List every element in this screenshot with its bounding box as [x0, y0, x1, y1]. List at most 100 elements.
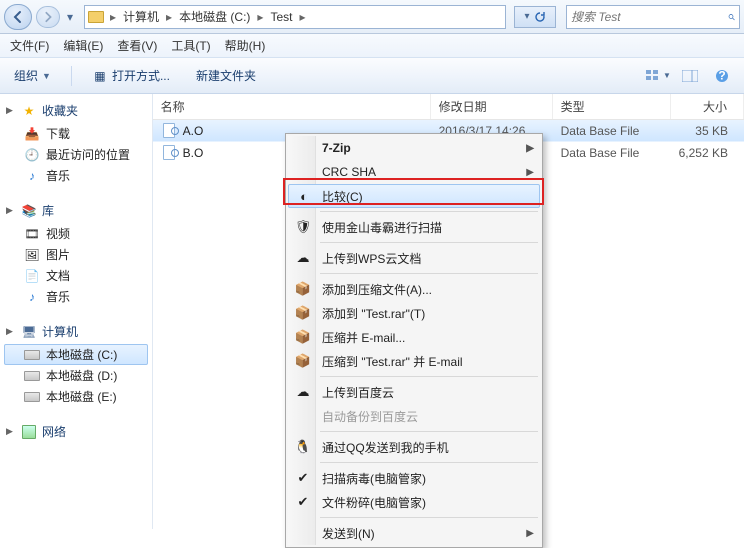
crumb-test[interactable]: Test: [266, 6, 296, 28]
sidebar-group-libraries[interactable]: ▶ 📚 库: [4, 200, 148, 223]
sidebar-item-drive-e[interactable]: 本地磁盘 (E:): [4, 386, 148, 407]
context-menu-label: 文件粉碎(电脑管家): [322, 494, 426, 511]
menu-bar: 文件(F) 编辑(E) 查看(V) 工具(T) 帮助(H): [0, 34, 744, 58]
address-refresh-dropdown[interactable]: ▾: [514, 6, 556, 28]
context-menu-item[interactable]: 📦添加到 "Test.rar"(T): [288, 301, 540, 325]
menu-separator: [320, 517, 538, 518]
sidebar-item-label: 本地磁盘 (C:): [46, 346, 117, 363]
context-menu-item[interactable]: 📦压缩到 "Test.rar" 并 E-mail: [288, 349, 540, 373]
chevron-right-icon[interactable]: ▸: [254, 10, 266, 24]
context-menu-item[interactable]: 发送到(N)▶: [288, 521, 540, 545]
sidebar-group-computer[interactable]: ▶ 🖥 计算机: [4, 321, 148, 344]
chevron-right-icon[interactable]: ▸: [163, 10, 175, 24]
column-headers: 名称 修改日期 类型 大小: [153, 94, 744, 120]
menu-separator: [320, 462, 538, 463]
submenu-arrow-icon: ▶: [526, 143, 534, 154]
menu-separator: [320, 273, 538, 274]
library-icon: 📚: [21, 203, 37, 219]
context-menu-label: 使用金山毒霸进行扫描: [322, 219, 442, 236]
sidebar-item-pictures[interactable]: 🖼图片: [4, 244, 148, 265]
sidebar-item-downloads[interactable]: 📥下载: [4, 123, 148, 144]
context-menu-item[interactable]: 7-Zip▶: [288, 136, 540, 160]
document-icon: 📄: [24, 268, 40, 284]
cloud-icon: ☁: [294, 249, 312, 267]
menu-file[interactable]: 文件(F): [4, 35, 55, 56]
context-menu-item[interactable]: ✔ 文件粉碎(电脑管家): [288, 490, 540, 514]
context-menu-item[interactable]: CRC SHA ▶: [288, 160, 540, 184]
context-menu-item[interactable]: 📦添加到压缩文件(A)...: [288, 277, 540, 301]
menu-view[interactable]: 查看(V): [111, 35, 163, 56]
organize-button[interactable]: 组织 ▼: [8, 64, 57, 87]
chevron-right-icon[interactable]: ▸: [107, 10, 119, 24]
sidebar-group-network[interactable]: ▶ 网络: [4, 421, 148, 444]
new-folder-button[interactable]: 新建文件夹: [190, 64, 262, 87]
sidebar-group-favorites[interactable]: ▶ ★ 收藏夹: [4, 100, 148, 123]
sidebar-item-videos[interactable]: 🎞视频: [4, 223, 148, 244]
search-box[interactable]: [566, 5, 740, 29]
guard-icon: ✔: [294, 469, 312, 487]
forward-button[interactable]: [36, 6, 60, 28]
view-options-button[interactable]: ▼: [644, 65, 672, 87]
crumb-computer[interactable]: 计算机: [119, 6, 163, 28]
collapse-icon: ▶: [6, 426, 16, 437]
context-menu-label: 扫描病毒(电脑管家): [322, 470, 426, 487]
sidebar-item-recent[interactable]: 🕘最近访问的位置: [4, 144, 148, 165]
open-with-button[interactable]: ▦ 打开方式...: [86, 64, 176, 87]
drive-icon: [24, 368, 40, 384]
preview-pane-button[interactable]: [676, 65, 704, 87]
file-name: B.O: [183, 146, 204, 160]
sidebar-item-drive-d[interactable]: 本地磁盘 (D:): [4, 365, 148, 386]
back-button[interactable]: [4, 4, 32, 30]
sidebar-item-music[interactable]: ♪音乐: [4, 165, 148, 186]
crumb-drive-c[interactable]: 本地磁盘 (C:): [175, 6, 254, 28]
sidebar-item-music-lib[interactable]: ♪ 音乐: [4, 286, 148, 307]
refresh-icon: [534, 11, 546, 23]
help-button[interactable]: ?: [708, 65, 736, 87]
address-bar[interactable]: ▸ 计算机 ▸ 本地磁盘 (C:) ▸ Test ▸: [84, 5, 506, 29]
menu-separator: [320, 376, 538, 377]
context-menu-item[interactable]: ☁ 上传到WPS云文档: [288, 246, 540, 270]
chevron-down-icon: ▼: [42, 71, 51, 81]
context-menu-item[interactable]: 🐧通过QQ发送到我的手机: [288, 435, 540, 459]
nav-history-dropdown[interactable]: ▾: [64, 4, 76, 30]
context-menu-item[interactable]: ✔ 扫描病毒(电脑管家): [288, 466, 540, 490]
sidebar-item-label: 音乐: [46, 167, 70, 184]
sidebar-item-documents[interactable]: 📄文档: [4, 265, 148, 286]
context-menu-label: 通过QQ发送到我的手机: [322, 439, 449, 456]
guard-icon: ✔: [294, 493, 312, 511]
menu-edit[interactable]: 编辑(E): [57, 35, 109, 56]
search-input[interactable]: [571, 10, 728, 24]
archive-icon: 📦: [294, 352, 312, 370]
context-menu-item[interactable]: 📦压缩并 E-mail...: [288, 325, 540, 349]
menu-tools[interactable]: 工具(T): [165, 35, 216, 56]
computer-icon: 🖥: [21, 324, 37, 340]
chevron-right-icon[interactable]: ▸: [296, 10, 308, 24]
column-date[interactable]: 修改日期: [431, 94, 553, 119]
context-menu-item: 自动备份到百度云: [288, 404, 540, 428]
music-icon: ♪: [24, 289, 40, 305]
sidebar-item-drive-c[interactable]: 本地磁盘 (C:): [4, 344, 148, 365]
context-menu-item[interactable]: ☁上传到百度云: [288, 380, 540, 404]
sidebar-group-label: 收藏夹: [42, 102, 78, 119]
file-name: A.O: [183, 124, 204, 138]
drive-icon: [24, 347, 40, 363]
new-folder-label: 新建文件夹: [196, 67, 256, 84]
context-menu-label: CRC SHA: [322, 165, 376, 179]
column-type[interactable]: 类型: [553, 94, 671, 119]
collapse-icon: ▶: [6, 326, 16, 337]
command-bar: 组织 ▼ ▦ 打开方式... 新建文件夹 ▼ ?: [0, 58, 744, 94]
navigation-pane: ▶ ★ 收藏夹 📥下载 🕘最近访问的位置 ♪ 音乐 ▶ 📚 库 🎞视频 🖼图片 📄…: [0, 94, 153, 529]
menu-help[interactable]: 帮助(H): [219, 35, 272, 56]
context-menu-item[interactable]: ◐比较(C): [288, 184, 540, 208]
picture-icon: 🖼: [24, 247, 40, 263]
column-size[interactable]: 大小: [671, 94, 744, 119]
sidebar-item-label: 下载: [46, 125, 70, 142]
drive-icon: [24, 389, 40, 405]
submenu-arrow-icon: ▶: [526, 167, 534, 178]
column-name[interactable]: 名称: [153, 94, 431, 119]
context-menu-label: 上传到WPS云文档: [322, 250, 421, 267]
sidebar-item-label: 音乐: [46, 288, 70, 305]
context-menu-item[interactable]: 🛡使用金山毒霸进行扫描: [288, 215, 540, 239]
collapse-icon: ▶: [6, 205, 16, 216]
app-icon: ▦: [92, 68, 108, 84]
